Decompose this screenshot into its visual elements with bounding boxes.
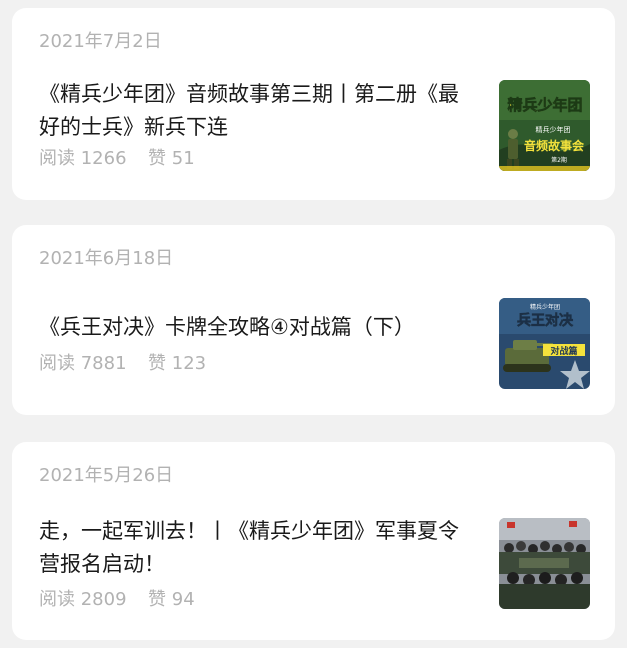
read-label: 阅读 <box>39 353 75 374</box>
read-count: 2809 <box>80 589 127 610</box>
article-card[interactable]: 2021年5月26日 走，一起军训去！丨《精兵少年团》军事夏令营报名启动！ 阅读… <box>12 442 615 640</box>
article-card[interactable]: 2021年6月18日 《兵王对决》卡牌全攻略④对战篇（下） 阅读 7881 赞 … <box>12 225 615 415</box>
thumb-headline: 兵王对决 <box>517 312 574 329</box>
thumb-caption: 对战篇 <box>550 345 577 357</box>
article-date: 2021年6月18日 <box>39 248 174 269</box>
read-label: 阅读 <box>39 148 75 169</box>
thumb-badge: 精兵少年团 <box>530 303 560 311</box>
like-count: 51 <box>171 148 195 169</box>
article-thumbnail[interactable]: 精兵少年团 兵王对决 对战篇 <box>499 298 590 389</box>
like-label: 赞 <box>148 589 167 610</box>
like-count: 123 <box>171 353 207 374</box>
like-count: 94 <box>171 589 195 610</box>
article-stats: 阅读 1266 赞 51 <box>39 147 195 171</box>
article-title[interactable]: 《精兵少年团》音频故事第三期丨第二册《最好的士兵》新兵下连 <box>39 78 467 144</box>
article-title[interactable]: 走，一起军训去！丨《精兵少年团》军事夏令营报名启动！ <box>39 515 467 581</box>
read-count: 7881 <box>80 353 127 374</box>
article-date: 2021年5月26日 <box>39 465 174 486</box>
article-date: 2021年7月2日 <box>39 31 162 52</box>
read-label: 阅读 <box>39 589 75 610</box>
thumb-headline: 精兵少年团 <box>507 96 582 114</box>
read-count: 1266 <box>80 148 127 169</box>
like-label: 赞 <box>148 353 167 374</box>
article-thumbnail[interactable] <box>499 518 590 609</box>
thumb-volume: 第2期 <box>551 156 567 164</box>
article-stats: 阅读 7881 赞 123 <box>39 352 206 376</box>
article-stats: 阅读 2809 赞 94 <box>39 588 195 612</box>
article-thumbnail[interactable]: 精兵少年团 精兵少年团 音频故事会 第2期 <box>499 80 590 171</box>
thumb-caption: 音频故事会 <box>524 138 585 153</box>
thumb-badge: 精兵少年团 <box>536 125 571 134</box>
like-label: 赞 <box>148 148 167 169</box>
article-title[interactable]: 《兵王对决》卡牌全攻略④对战篇（下） <box>39 311 467 344</box>
article-card[interactable]: 2021年7月2日 《精兵少年团》音频故事第三期丨第二册《最好的士兵》新兵下连 … <box>12 8 615 200</box>
